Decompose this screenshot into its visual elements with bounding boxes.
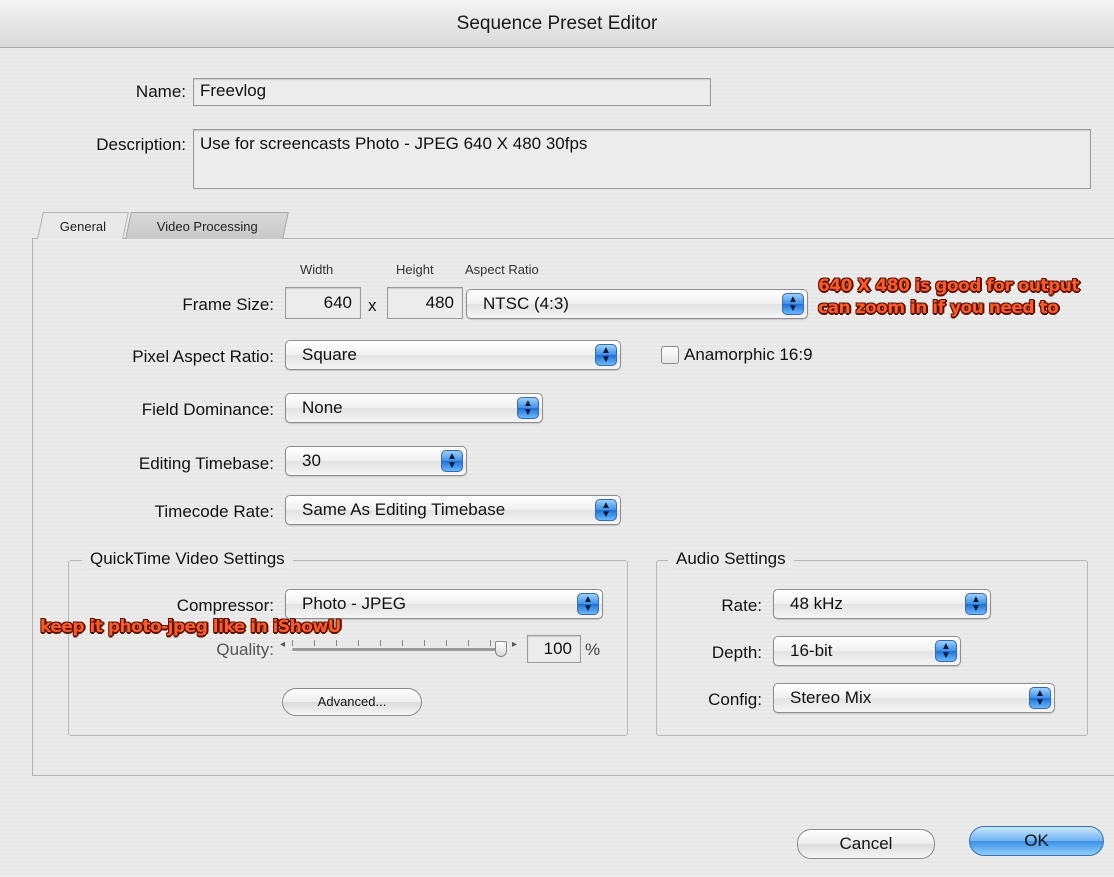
config-label: Config: bbox=[708, 690, 762, 709]
editing-timebase-value: 30 bbox=[302, 451, 321, 470]
popup-arrows-icon: ▲ ▼ bbox=[782, 293, 804, 315]
width-header: Width bbox=[300, 262, 334, 277]
description-field[interactable]: Use for screencasts Photo - JPEG 640 X 4… bbox=[193, 129, 1091, 189]
field-dominance-value: None bbox=[302, 398, 343, 417]
name-field[interactable]: Freevlog bbox=[193, 78, 711, 106]
pixel-aspect-value: Square bbox=[302, 345, 357, 364]
compressor-label: Compressor: bbox=[176, 596, 274, 615]
quality-max-icon: ▸ bbox=[512, 639, 518, 650]
sequence-preset-editor-window: Sequence Preset Editor Name: Freevlog De… bbox=[0, 0, 1114, 877]
rate-label: Rate: bbox=[721, 596, 762, 615]
depth-popup[interactable]: 16-bit ▲ ▼ bbox=[773, 636, 961, 666]
aspect-ratio-header: Aspect Ratio bbox=[465, 262, 539, 277]
ok-button[interactable]: OK bbox=[969, 826, 1104, 856]
config-value: Stereo Mix bbox=[790, 688, 872, 707]
anamorphic-label: Anamorphic 16:9 bbox=[684, 345, 813, 364]
timecode-rate-label: Timecode Rate: bbox=[154, 502, 274, 521]
frame-height-field[interactable]: 480 bbox=[387, 287, 463, 319]
popup-arrows-icon: ▲ ▼ bbox=[441, 450, 463, 472]
depth-label: Depth: bbox=[711, 643, 762, 662]
pixel-aspect-popup[interactable]: Square ▲ ▼ bbox=[285, 340, 621, 370]
rate-value: 48 kHz bbox=[790, 594, 843, 613]
quality-unit: % bbox=[585, 640, 601, 659]
quicktime-settings-title: QuickTime Video Settings bbox=[82, 549, 293, 569]
compressor-value: Photo - JPEG bbox=[302, 594, 406, 613]
editing-timebase-popup[interactable]: 30 ▲ ▼ bbox=[285, 446, 467, 476]
popup-arrows-icon: ▲ ▼ bbox=[595, 499, 617, 521]
frame-size-label: Frame Size: bbox=[182, 295, 274, 314]
popup-arrows-icon: ▲ ▼ bbox=[1029, 687, 1051, 709]
popup-arrows-icon: ▲ ▼ bbox=[965, 593, 987, 615]
quality-slider[interactable] bbox=[292, 648, 504, 651]
annotation-compressor: keep it photo-jpeg like in iShowU bbox=[40, 617, 341, 637]
timecode-rate-popup[interactable]: Same As Editing Timebase ▲ ▼ bbox=[285, 495, 621, 525]
advanced-button[interactable]: Advanced... bbox=[282, 688, 422, 716]
aspect-ratio-value: NTSC (4:3) bbox=[483, 294, 569, 313]
field-dominance-popup[interactable]: None ▲ ▼ bbox=[285, 393, 543, 423]
popup-arrows-icon: ▲ ▼ bbox=[577, 593, 599, 615]
window-title: Sequence Preset Editor bbox=[0, 0, 1114, 48]
field-dominance-label: Field Dominance: bbox=[141, 400, 274, 419]
pixel-aspect-label: Pixel Aspect Ratio: bbox=[132, 347, 274, 366]
rate-popup[interactable]: 48 kHz ▲ ▼ bbox=[773, 589, 991, 619]
compressor-popup[interactable]: Photo - JPEG ▲ ▼ bbox=[285, 589, 603, 619]
name-label: Name: bbox=[135, 82, 186, 101]
annotation-frame-size-line1: 640 X 480 is good for output bbox=[818, 276, 1080, 296]
annotation-frame-size-line2: can zoom in if you need to bbox=[818, 298, 1059, 318]
timecode-rate-value: Same As Editing Timebase bbox=[302, 500, 506, 519]
depth-value: 16-bit bbox=[790, 641, 833, 660]
quality-min-icon: ◂ bbox=[280, 639, 286, 650]
tab-video-processing-label: Video Processing bbox=[156, 219, 258, 234]
tab-general-label: General bbox=[59, 219, 106, 234]
quality-slider-thumb[interactable] bbox=[495, 641, 507, 657]
height-header: Height bbox=[396, 262, 434, 277]
tab-video-processing[interactable]: Video Processing bbox=[125, 212, 289, 239]
tab-general[interactable]: General bbox=[37, 212, 129, 239]
frame-width-field[interactable]: 640 bbox=[285, 287, 361, 319]
editing-timebase-label: Editing Timebase: bbox=[138, 454, 274, 473]
quality-label: Quality: bbox=[216, 640, 274, 659]
cancel-button[interactable]: Cancel bbox=[797, 829, 935, 859]
popup-arrows-icon: ▲ ▼ bbox=[517, 397, 539, 419]
aspect-ratio-popup[interactable]: NTSC (4:3) ▲ ▼ bbox=[466, 289, 808, 319]
config-popup[interactable]: Stereo Mix ▲ ▼ bbox=[773, 683, 1055, 713]
popup-arrows-icon: ▲ ▼ bbox=[595, 344, 617, 366]
anamorphic-checkbox[interactable] bbox=[661, 346, 679, 364]
times-sign: x bbox=[368, 296, 377, 315]
audio-settings-title: Audio Settings bbox=[668, 549, 794, 569]
quality-field[interactable]: 100 bbox=[527, 635, 581, 663]
popup-arrows-icon: ▲ ▼ bbox=[935, 640, 957, 662]
description-label: Description: bbox=[96, 135, 186, 154]
quality-ticks bbox=[292, 640, 500, 646]
